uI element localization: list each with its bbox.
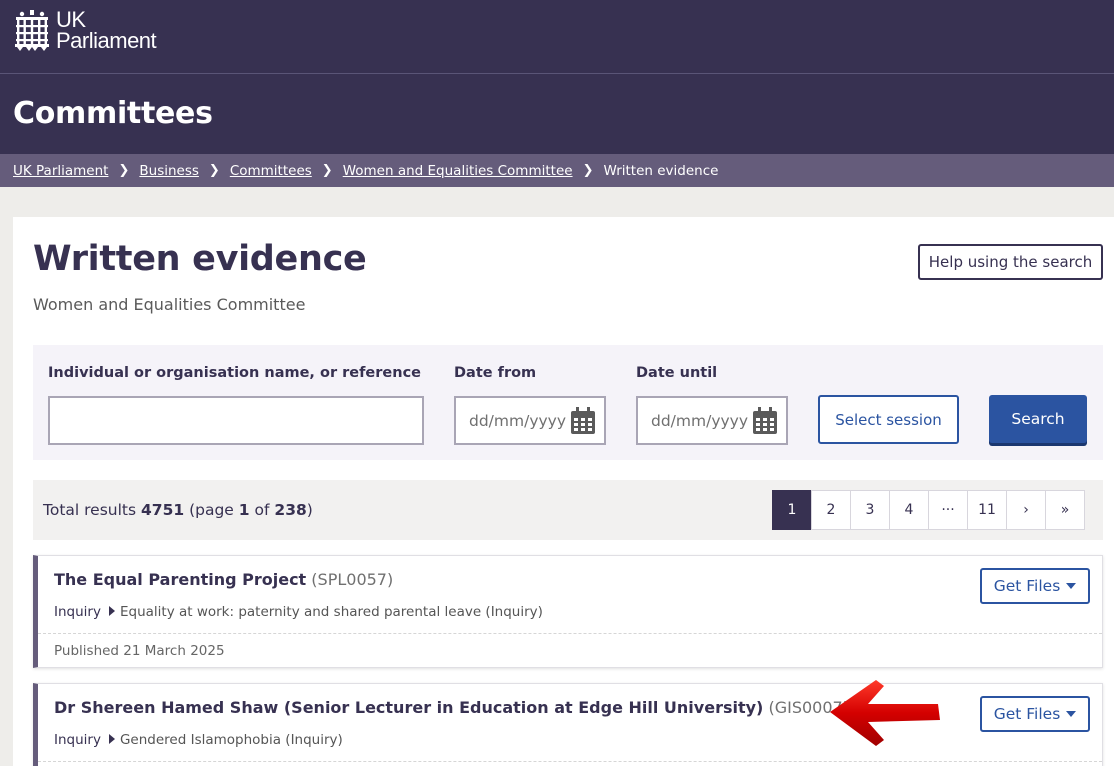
uk-parliament-logo[interactable]: UK Parliament xyxy=(14,9,157,53)
portcullis-icon xyxy=(15,10,49,51)
page-2-button[interactable]: 2 xyxy=(811,490,851,530)
calendar-icon[interactable] xyxy=(752,407,778,435)
inquiry-label: Inquiry xyxy=(54,604,101,620)
breadcrumb-women-and-equalities-committee[interactable]: Women and Equalities Committee xyxy=(343,163,573,179)
breadcrumb-committees[interactable]: Committees xyxy=(230,163,312,179)
results-total: 4751 xyxy=(141,501,185,519)
page-1-button[interactable]: 1 xyxy=(772,490,812,530)
chevron-right-icon: ❯ xyxy=(118,163,130,178)
logo-text: UK Parliament xyxy=(56,9,157,53)
caret-down-icon xyxy=(1066,583,1077,589)
next-page-button[interactable]: › xyxy=(1006,490,1046,530)
top-header: UK Parliament xyxy=(0,0,1114,74)
card-divider xyxy=(38,633,1102,634)
page-title: Written evidence xyxy=(33,239,367,279)
name-reference-label: Individual or organisation name, or refe… xyxy=(48,365,422,381)
date-from-placeholder: dd/mm/yyyy xyxy=(469,412,567,430)
search-panel: Individual or organisation name, or refe… xyxy=(33,345,1103,460)
search-button[interactable]: Search xyxy=(989,395,1087,443)
breadcrumb: UK Parliament ❯ Business ❯ Committees ❯ … xyxy=(0,154,1114,187)
card-divider xyxy=(38,761,1102,762)
total-results-text: Total results 4751 (page 1 of 238) xyxy=(43,501,313,519)
chevron-right-icon: ❯ xyxy=(582,163,594,178)
breadcrumb-uk-parliament[interactable]: UK Parliament xyxy=(13,163,108,179)
get-files-label: Get Files xyxy=(993,705,1061,723)
page-subtitle: Women and Equalities Committee xyxy=(33,295,306,314)
calendar-icon[interactable] xyxy=(570,407,596,435)
card-name-link[interactable]: Dr Shereen Hamed Shaw (Senior Lecturer i… xyxy=(54,698,763,717)
caret-down-icon xyxy=(1066,711,1077,717)
breadcrumb-business[interactable]: Business xyxy=(139,163,199,179)
card-title: The Equal Parenting Project (SPL0057) xyxy=(54,570,393,589)
select-session-button[interactable]: Select session xyxy=(818,395,959,444)
get-files-button[interactable]: Get Files xyxy=(980,568,1090,604)
inquiry-label: Inquiry xyxy=(54,732,101,748)
help-using-search-button[interactable]: Help using the search xyxy=(918,244,1103,280)
results-suffix: ) xyxy=(306,501,313,519)
results-prefix: Total results xyxy=(43,501,137,519)
published-date: Published 21 March 2025 xyxy=(54,643,225,659)
date-until-label: Date until xyxy=(636,365,718,381)
page-3-button[interactable]: 3 xyxy=(850,490,890,530)
card-name-link[interactable]: The Equal Parenting Project xyxy=(54,570,306,589)
last-page-button[interactable]: » xyxy=(1045,490,1085,530)
results-pages: 238 xyxy=(274,501,307,519)
main-content: Written evidence Women and Equalities Co… xyxy=(13,217,1114,766)
inquiry-name-link[interactable]: Gendered Islamophobia (Inquiry) xyxy=(120,732,343,748)
page-ellipsis: ··· xyxy=(928,490,968,530)
chevron-right-icon: ❯ xyxy=(321,163,333,178)
section-title: Committees xyxy=(13,96,213,131)
evidence-card: The Equal Parenting Project (SPL0057) In… xyxy=(33,555,1103,668)
pagination: 1 2 3 4 ··· 11 › » xyxy=(772,490,1085,530)
evidence-card: Dr Shereen Hamed Shaw (Senior Lecturer i… xyxy=(33,683,1103,766)
logo-line-2: Parliament xyxy=(56,28,157,53)
card-inquiry: Inquiry Gendered Islamophobia (Inquiry) xyxy=(54,732,343,748)
chevron-right-icon: ❯ xyxy=(208,163,220,178)
triangle-right-icon xyxy=(108,734,115,744)
get-files-label: Get Files xyxy=(993,577,1061,595)
page-4-button[interactable]: 4 xyxy=(889,490,929,530)
results-page-word: (page xyxy=(189,501,234,519)
section-header: Committees xyxy=(0,74,1114,154)
card-inquiry: Inquiry Equality at work: paternity and s… xyxy=(54,604,543,620)
breadcrumb-current: Written evidence xyxy=(603,162,719,179)
date-from-input[interactable]: dd/mm/yyyy xyxy=(454,396,606,445)
triangle-right-icon xyxy=(108,606,115,616)
results-bar: Total results 4751 (page 1 of 238) 1 2 3… xyxy=(33,480,1103,540)
card-title: Dr Shereen Hamed Shaw (Senior Lecturer i… xyxy=(54,698,849,717)
date-until-placeholder: dd/mm/yyyy xyxy=(651,412,749,430)
results-of-word: of xyxy=(254,501,270,519)
date-from-label: Date from xyxy=(454,365,537,381)
card-reference: (SPL0057) xyxy=(311,570,394,589)
results-page: 1 xyxy=(238,501,250,519)
inquiry-name-link[interactable]: Equality at work: paternity and shared p… xyxy=(120,604,543,620)
red-arrow-annotation-icon xyxy=(830,680,940,746)
get-files-button[interactable]: Get Files xyxy=(980,696,1090,732)
page-11-button[interactable]: 11 xyxy=(967,490,1007,530)
name-reference-input[interactable] xyxy=(48,396,424,445)
date-until-input[interactable]: dd/mm/yyyy xyxy=(636,396,788,445)
